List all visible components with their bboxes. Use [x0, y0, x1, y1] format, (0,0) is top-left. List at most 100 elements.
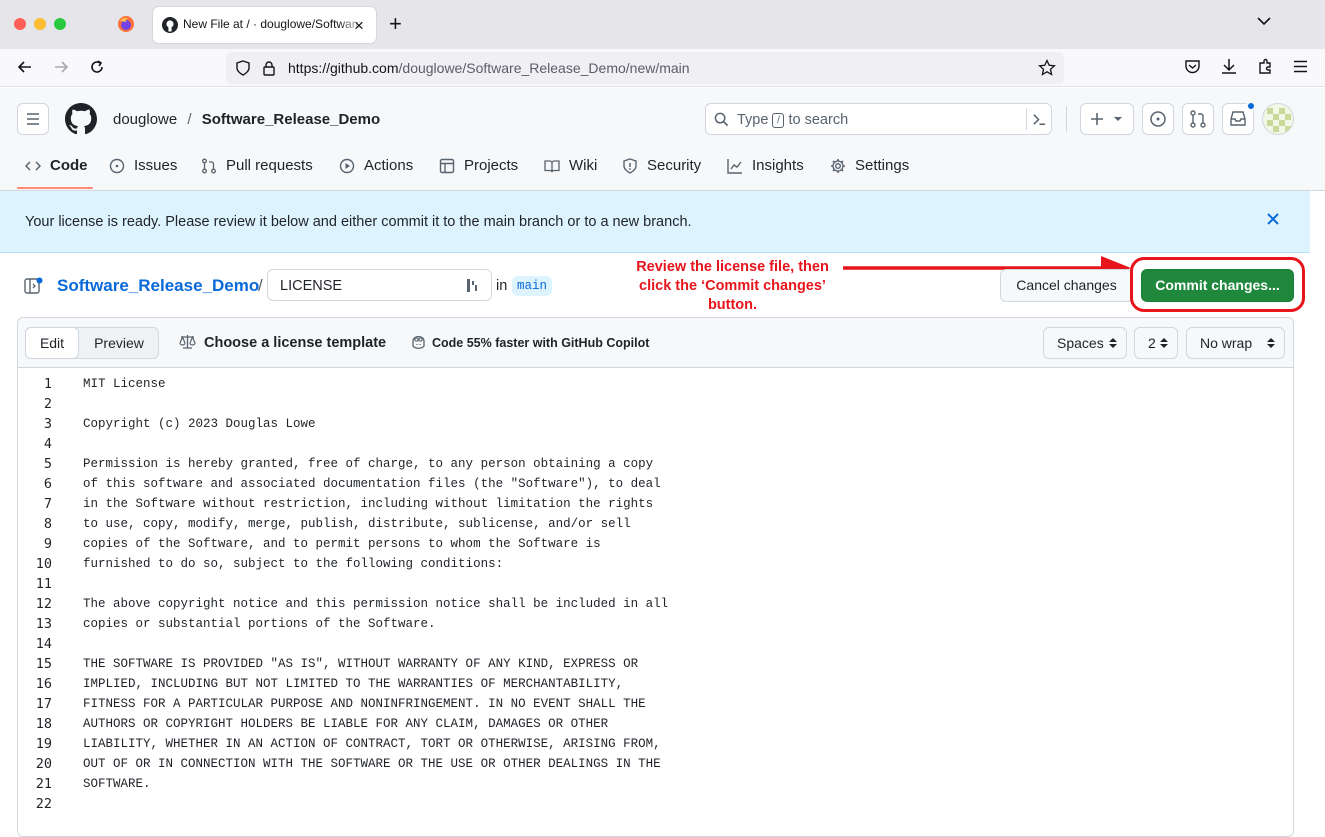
- code-line: 4: [18, 436, 1293, 456]
- indent-size-select[interactable]: 2: [1134, 327, 1178, 359]
- line-number: 21: [35, 776, 52, 792]
- pocket-icon[interactable]: [1184, 59, 1201, 75]
- line-number: 11: [35, 576, 52, 592]
- code-line: 22: [18, 796, 1293, 816]
- line-number: 19: [35, 736, 52, 752]
- breadcrumb: douglowe / Software_Release_Demo: [113, 111, 380, 128]
- editor-toolbar: Edit Preview Choose a license template C…: [18, 318, 1293, 368]
- line-number: 22: [35, 796, 52, 812]
- create-new-button[interactable]: [1080, 103, 1134, 135]
- active-tab[interactable]: New File at / · douglowe/Software_Releas…: [153, 7, 376, 43]
- url-bar[interactable]: https://github.com/douglowe/Software_Rel…: [226, 52, 1064, 84]
- tab-preview[interactable]: Preview: [79, 328, 159, 358]
- pull-requests-button[interactable]: [1182, 103, 1214, 135]
- wrap-mode-select[interactable]: No wrap: [1186, 327, 1285, 359]
- indent-mode-select[interactable]: Spaces: [1043, 327, 1127, 359]
- dismiss-banner-close-icon[interactable]: [1266, 212, 1280, 226]
- line-number: 17: [35, 696, 52, 712]
- tab-settings[interactable]: Settings: [830, 157, 909, 191]
- tab-wiki[interactable]: Wiki: [544, 157, 597, 191]
- gear-icon: [831, 159, 845, 173]
- avatar[interactable]: [1262, 103, 1294, 135]
- code-line: 17 FITNESS FOR A PARTICULAR PURPOSE AND N…: [18, 696, 1293, 716]
- tab-projects[interactable]: Projects: [439, 157, 518, 191]
- search-icon: [714, 112, 729, 127]
- tab-actions[interactable]: Actions: [339, 157, 413, 191]
- code-line: 6 of this software and associated documen…: [18, 476, 1293, 496]
- filename-input[interactable]: LICENSE: [267, 269, 492, 301]
- select-caret-icon: [1160, 338, 1168, 348]
- filename-value: LICENSE: [280, 278, 343, 294]
- code-line: 18 AUTHORS OR COPYRIGHT HOLDERS BE LIABLE…: [18, 716, 1293, 736]
- code-editor: Edit Preview Choose a license template C…: [17, 317, 1294, 837]
- play-icon: [339, 158, 355, 174]
- back-arrow-icon[interactable]: [17, 59, 33, 75]
- command-palette-icon[interactable]: [1032, 112, 1047, 127]
- tab-edit[interactable]: Edit: [25, 327, 79, 359]
- code-line: 13 copies or substantial portions of the …: [18, 616, 1293, 636]
- github-favicon-icon: [162, 17, 178, 33]
- cancel-changes-button[interactable]: Cancel changes: [1000, 269, 1133, 302]
- forward-arrow-icon[interactable]: [53, 59, 69, 75]
- lock-icon[interactable]: [262, 60, 276, 76]
- tab-issues[interactable]: Issues: [109, 157, 177, 191]
- copilot-promo-link[interactable]: Code 55% faster with GitHub Copilot: [432, 336, 649, 350]
- table-icon: [439, 158, 455, 174]
- shield-icon[interactable]: [235, 60, 251, 76]
- choose-license-template-button[interactable]: Choose a license template: [204, 335, 386, 351]
- line-number: 20: [35, 756, 52, 772]
- url-text[interactable]: https://github.com/douglowe/Software_Rel…: [288, 60, 690, 76]
- firefox-icon[interactable]: [117, 15, 135, 33]
- owner-link[interactable]: douglowe: [113, 111, 177, 128]
- code-line: 3 Copyright (c) 2023 Douglas Lowe: [18, 416, 1293, 436]
- repo-name-link[interactable]: Software_Release_Demo: [57, 276, 259, 296]
- window-zoom-button[interactable]: [54, 18, 66, 30]
- downloads-icon[interactable]: [1221, 58, 1237, 75]
- tab-code[interactable]: Code: [25, 157, 88, 191]
- breadcrumb-separator: /: [187, 111, 192, 128]
- line-number: 7: [43, 496, 52, 512]
- book-icon: [544, 160, 560, 173]
- search-placeholder: Type / to search: [737, 112, 849, 128]
- license-ready-banner: Your license is ready. Please review it …: [0, 191, 1310, 253]
- window-close-button[interactable]: [14, 18, 26, 30]
- extensions-icon[interactable]: [1257, 58, 1273, 75]
- active-tab-underline: [17, 187, 93, 189]
- bookmark-star-icon[interactable]: [1038, 59, 1056, 77]
- issues-button[interactable]: [1142, 103, 1174, 135]
- line-number: 13: [35, 616, 52, 632]
- code-line: 7 in the Software without restriction, in…: [18, 496, 1293, 516]
- shield-icon: [623, 158, 637, 174]
- menu-hamburger-icon[interactable]: [1293, 60, 1308, 73]
- notification-dot: [1246, 101, 1256, 111]
- line-number: 8: [43, 516, 52, 532]
- line-number: 5: [43, 456, 52, 472]
- tab-security[interactable]: Security: [622, 157, 701, 191]
- window-minimize-button[interactable]: [34, 18, 46, 30]
- code-line: 19 LIABILITY, WHETHER IN AN ACTION OF CON…: [18, 736, 1293, 756]
- file-tree-toggle-icon[interactable]: [24, 277, 44, 295]
- in-label: in: [496, 278, 508, 294]
- repo-link[interactable]: Software_Release_Demo: [202, 111, 380, 128]
- tab-insights[interactable]: Insights: [727, 157, 804, 191]
- line-number: 16: [35, 676, 52, 692]
- tab-pull-requests[interactable]: Pull requests: [201, 157, 313, 191]
- browser-tab-bar: New File at / · douglowe/Software_Releas…: [0, 0, 1325, 49]
- branch-badge[interactable]: main: [512, 276, 553, 296]
- line-number: 14: [35, 636, 52, 652]
- new-tab-icon[interactable]: +: [389, 11, 402, 37]
- code-line: 10 furnished to do so, subject to the fol…: [18, 556, 1293, 576]
- github-logo-icon[interactable]: [65, 103, 97, 135]
- code-line: 21 SOFTWARE.: [18, 776, 1293, 796]
- reload-icon[interactable]: [89, 59, 105, 75]
- code-line: 12 The above copyright notice and this pe…: [18, 596, 1293, 616]
- tab-close-icon[interactable]: ×: [354, 16, 364, 36]
- annotation-highlight-ring: [1130, 257, 1305, 312]
- search-input[interactable]: Type / to search: [705, 103, 1052, 135]
- password-manager-icon[interactable]: [466, 278, 478, 293]
- line-number: 4: [43, 436, 52, 452]
- global-menu-button[interactable]: [17, 103, 49, 135]
- tab-list-chevron-down-icon[interactable]: [1257, 17, 1271, 26]
- banner-message: Your license is ready. Please review it …: [25, 214, 692, 230]
- pull-request-icon: [202, 158, 216, 174]
